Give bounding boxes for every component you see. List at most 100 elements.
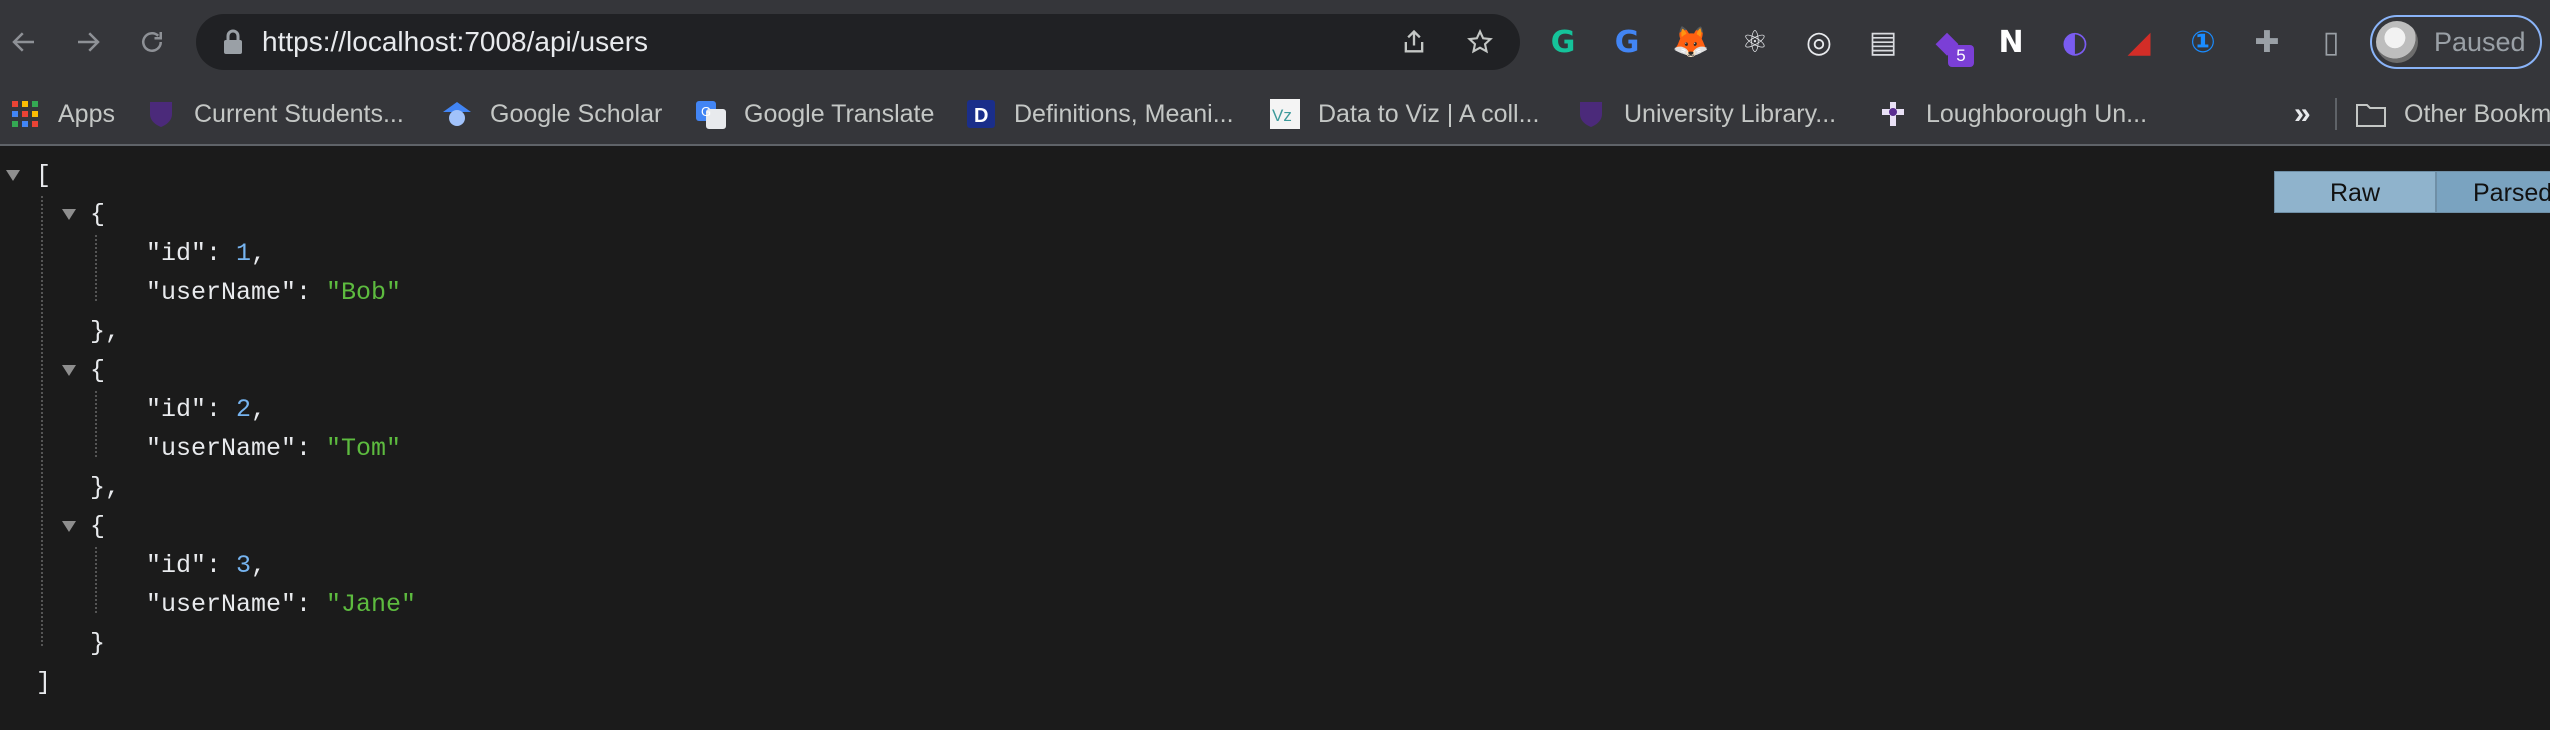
university-shield-icon [1576,99,1606,129]
scholar-icon [442,99,472,129]
svg-text:Vz: Vz [1272,106,1292,125]
share-icon[interactable] [1400,28,1428,56]
indent-guide [95,235,97,301]
react-devtools-icon[interactable]: ⚛ [1734,21,1776,63]
indent-guide [41,196,43,646]
bookmark-google-scholar[interactable]: Google Scholar [442,84,662,144]
svg-text:D: D [974,105,988,127]
google-translate-icon[interactable]: G [1606,21,1648,63]
bookmark-label: Google Translate [744,99,935,128]
username-value: "Tom" [326,434,402,463]
1password-icon[interactable]: ① [2182,21,2224,63]
bookmark-university-library[interactable]: University Library... [1576,84,1836,144]
indent-guide [95,547,97,613]
view-mode-toggle: Raw Parsed [2274,171,2550,213]
target-icon[interactable]: ◎ [1798,21,1840,63]
extension-badge-icon[interactable]: ◆ 5 [1926,21,1974,67]
bookmark-label: University Library... [1624,99,1837,128]
grammarly-icon[interactable]: G [1542,21,1584,63]
object-open-brace: { [90,200,106,229]
json-row-username: "userName": "Tom" [146,434,402,463]
profile-button[interactable]: Paused [2370,15,2542,69]
bing-chat-glyph: ◐ [2061,24,2089,60]
bing-chat-icon[interactable]: ◐ [2054,21,2096,63]
object-close-brace: }, [90,473,121,502]
metamask-icon[interactable]: 🦊 [1670,21,1712,63]
collapse-toggle-icon[interactable] [62,209,76,220]
svg-text:G: G [701,104,711,119]
bookmark-apps[interactable]: Apps [10,84,115,144]
object-open-brace: { [90,356,106,385]
json-row-id: "id": 3, [146,551,267,580]
collapse-toggle-icon[interactable] [62,365,76,376]
bookmark-definitions[interactable]: D Definitions, Meani... [966,84,1234,144]
dictionary-icon: D [966,99,996,129]
bookmark-label: Other Bookm [2404,99,2550,128]
arrow-right-icon [78,32,100,52]
apps-grid-icon [10,99,40,129]
reload-icon [142,32,162,52]
document-icon[interactable]: ▤ [1862,21,1904,63]
url-text[interactable]: https://localhost:7008/api/users [262,14,648,70]
target-glyph: ◎ [1805,24,1833,60]
grammarly-glyph: G [1550,24,1576,60]
lastpass-icon[interactable]: ◢ [2118,21,2160,63]
bookmarks-overflow-button[interactable]: » [2294,84,2311,144]
parsed-button[interactable]: Parsed [2436,171,2550,213]
collapse-toggle-icon[interactable] [6,170,20,181]
raw-button[interactable]: Raw [2274,171,2436,213]
bookmark-label: Current Students... [194,99,404,128]
collapse-toggle-icon[interactable] [62,521,76,532]
bookmark-current-students[interactable]: Current Students... [146,84,404,144]
lock-icon[interactable] [222,29,244,55]
lastpass-glyph: ◢ [2127,24,2151,60]
profile-status-label: Paused [2434,27,2526,57]
bookmark-label: Google Scholar [490,99,663,128]
open-bracket: [ [36,161,52,190]
object-close-brace: } [90,629,106,658]
address-bar[interactable]: https://localhost:7008/api/users [196,14,1520,70]
folder-icon [2356,99,2386,129]
side-panel-icon[interactable]: ▯ [2310,21,2352,63]
bookmark-label: Apps [58,99,115,128]
google-translate-glyph: G [1614,24,1640,60]
username-value: "Jane" [326,590,417,619]
bookmarks-bar: Apps Current Students... Google Scholar … [0,84,2550,146]
json-row-id: "id": 2, [146,395,267,424]
extension-badge-count: 5 [1948,45,1974,67]
bookmark-label: Data to Viz | A coll... [1318,99,1540,128]
metamask-glyph: 🦊 [1672,24,1710,60]
close-bracket: ] [36,668,52,697]
json-viewer: [ { "id": 1, "userName": "Bob" }, { "id"… [0,146,2550,730]
side-panel-glyph: ▯ [2322,24,2340,60]
back-button[interactable] [2,20,46,64]
bookmark-loughborough[interactable]: Loughborough Un... [1878,84,2147,144]
bookmark-google-translate[interactable]: G Google Translate [696,84,934,144]
notion-icon[interactable]: N [1990,21,2032,63]
id-value: 2 [236,395,252,424]
dataviz-icon: Vz [1270,99,1300,129]
bookmark-data-to-viz[interactable]: Vz Data to Viz | A coll... [1270,84,1539,144]
object-open-brace: { [90,512,106,541]
json-row-username: "userName": "Jane" [146,590,417,619]
id-value: 1 [236,239,252,268]
divider [2335,98,2337,130]
loughborough-icon [1878,99,1908,129]
reload-button[interactable] [130,20,174,64]
object-close-brace: }, [90,317,121,346]
notion-glyph: N [1998,24,2024,60]
document-glyph: ▤ [1868,24,1898,60]
bookmark-star-icon[interactable] [1466,28,1494,56]
browser-toolbar: https://localhost:7008/api/users G G 🦊 ⚛ ◎ ▤ ◆… [0,0,2550,84]
id-value: 3 [236,551,252,580]
bookmark-label: Loughborough Un... [1926,99,2148,128]
username-value: "Bob" [326,278,402,307]
react-devtools-glyph: ⚛ [1741,24,1769,60]
other-bookmarks-folder[interactable]: Other Bookm [2356,84,2550,144]
arrow-left-icon [12,32,34,52]
avatar [2376,21,2418,63]
forward-button[interactable] [66,20,110,64]
bookmark-label: Definitions, Meani... [1014,99,1234,128]
json-row-username: "userName": "Bob" [146,278,402,307]
puzzle-icon[interactable]: ✚ [2246,21,2288,63]
